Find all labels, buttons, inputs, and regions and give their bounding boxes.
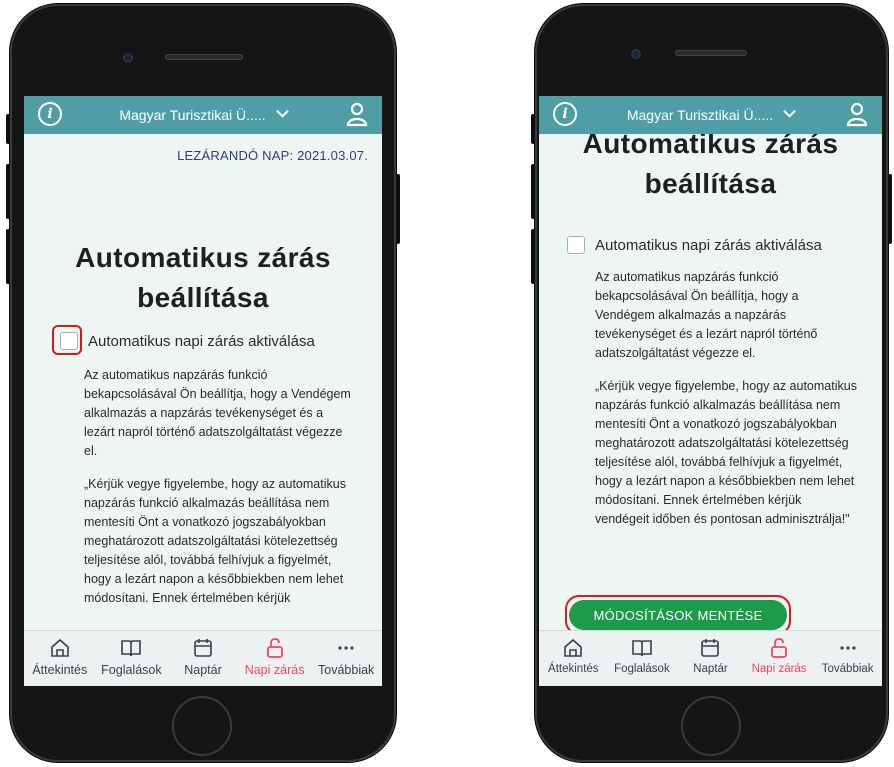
tab-label: Továbbiak	[821, 663, 874, 675]
chevron-down-icon[interactable]	[783, 104, 796, 118]
app-screen-right: Automatikus zárás beállítása Automatikus…	[539, 96, 882, 686]
tab-overview[interactable]: Áttekintés	[539, 631, 608, 686]
page-title-line1: Automatikus zárás	[75, 242, 331, 273]
top-bar: i Magyar Turisztikai Ü.....	[24, 96, 382, 134]
page-title: Automatikus zárás beállítása	[24, 238, 382, 318]
chevron-down-icon[interactable]	[275, 104, 289, 118]
tab-bookings[interactable]: Foglalások	[608, 631, 677, 686]
earpiece-speaker	[165, 54, 243, 60]
home-icon	[50, 638, 69, 657]
disclaimer-paragraph: „Kérjük vegye figyelembe, hogy az automa…	[595, 379, 857, 526]
tab-calendar[interactable]: Naptár	[676, 631, 745, 686]
tab-label: Továbbiak	[318, 663, 375, 677]
book-icon	[121, 640, 142, 657]
earpiece-speaker	[675, 50, 747, 56]
phone-frame-left: i Magyar Turisztikai Ü..... LEZÁRANDÓ NA…	[6, 4, 400, 762]
auto-close-toggle-row[interactable]: Automatikus napi zárás aktiválása	[539, 236, 882, 254]
settings-content-scrolled: Automatikus zárás beállítása Automatikus…	[539, 124, 882, 529]
settings-content: Automatikus zárás beállítása Automatikus…	[24, 238, 382, 608]
unlock-icon	[266, 638, 283, 658]
user-icon[interactable]	[846, 101, 868, 127]
info-icon[interactable]: i	[553, 102, 577, 126]
org-selector[interactable]: Magyar Turisztikai Ü.....	[119, 107, 265, 123]
top-bar: i Magyar Turisztikai Ü.....	[539, 96, 882, 134]
bottom-tab-bar: Áttekintés Foglalások Naptár Napi zárás …	[24, 630, 382, 686]
disclaimer-paragraph: „Kérjük vegye figyelembe, hogy az automa…	[84, 477, 346, 605]
calendar-icon	[701, 639, 720, 657]
bottom-tab-bar: Áttekintés Foglalások Naptár Napi zárás …	[539, 630, 882, 686]
home-button[interactable]	[681, 696, 741, 756]
page-title-line2: beállítása	[644, 168, 777, 199]
checkbox-highlight	[52, 325, 82, 355]
tab-label: Naptár	[184, 663, 222, 677]
mute-switch	[531, 114, 535, 144]
closing-date-label: LEZÁRANDÓ NAP: 2021.03.07.	[177, 148, 368, 163]
tab-overview[interactable]: Áttekintés	[24, 631, 96, 686]
tab-more[interactable]: Továbbiak	[310, 631, 382, 686]
description-paragraph: Az automatikus napzárás funkció bekapcso…	[595, 270, 818, 360]
page-title-line2: beállítása	[137, 282, 269, 313]
power-button	[396, 174, 400, 244]
tab-daily-close[interactable]: Napi zárás	[745, 631, 814, 686]
volume-up-button	[531, 164, 535, 219]
description-paragraph: Az automatikus napzárás funkció bekapcso…	[84, 368, 351, 458]
front-camera	[123, 53, 133, 63]
info-icon[interactable]: i	[38, 102, 62, 126]
tab-label: Foglalások	[101, 663, 162, 677]
tab-calendar[interactable]: Naptár	[167, 631, 239, 686]
org-selector[interactable]: Magyar Turisztikai Ü.....	[627, 107, 773, 123]
save-button-highlight	[565, 595, 791, 635]
mute-switch	[6, 114, 10, 144]
tab-label: Napi zárás	[244, 663, 305, 677]
tab-label: Naptár	[693, 663, 728, 675]
description-block: Az automatikus napzárás funkció bekapcso…	[539, 254, 882, 529]
phone-frame-right: Automatikus zárás beállítása Automatikus…	[531, 4, 892, 762]
volume-up-button	[6, 164, 10, 219]
description-block: Az automatikus napzárás funkció bekapcso…	[24, 350, 382, 608]
more-icon	[338, 646, 354, 650]
power-button	[888, 174, 892, 244]
user-icon[interactable]	[346, 101, 368, 127]
unlock-icon	[771, 638, 787, 658]
volume-down-button	[531, 229, 535, 284]
tab-label: Foglalások	[614, 663, 670, 675]
auto-close-checkbox-label: Automatikus napi zárás aktiválása	[88, 332, 315, 350]
tab-label: Napi zárás	[751, 663, 807, 675]
tab-label: Áttekintés	[32, 663, 88, 677]
auto-close-checkbox-label: Automatikus napi zárás aktiválása	[595, 236, 822, 254]
home-button[interactable]	[172, 696, 232, 756]
front-camera	[631, 49, 641, 59]
tab-more[interactable]: Továbbiak	[813, 631, 882, 686]
page-title: Automatikus zárás beállítása	[539, 124, 882, 204]
home-icon	[564, 638, 583, 657]
app-screen-left: i Magyar Turisztikai Ü..... LEZÁRANDÓ NA…	[24, 96, 382, 686]
tab-label: Áttekintés	[548, 663, 599, 675]
tab-daily-close[interactable]: Napi zárás	[239, 631, 311, 686]
tab-bookings[interactable]: Foglalások	[96, 631, 168, 686]
more-icon	[840, 646, 856, 650]
calendar-icon	[194, 639, 212, 657]
auto-close-checkbox[interactable]	[567, 236, 585, 254]
book-icon	[632, 640, 652, 657]
volume-down-button	[6, 229, 10, 284]
